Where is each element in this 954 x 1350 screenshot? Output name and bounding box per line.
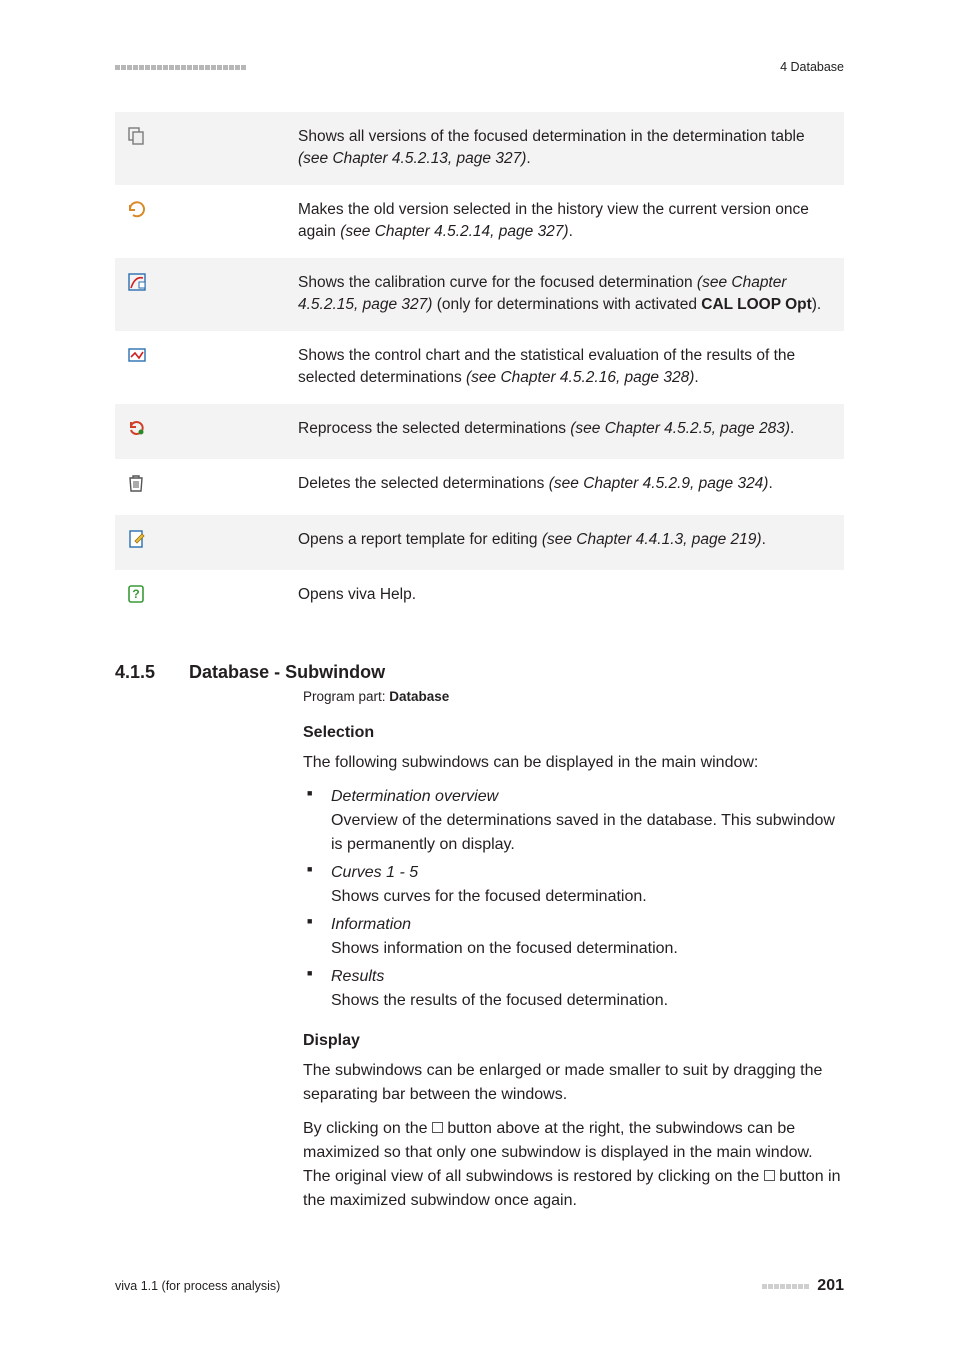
control-chart-icon	[115, 331, 290, 404]
icon-description: Deletes the selected determinations (see…	[290, 459, 844, 514]
icon-description: Shows all versions of the focused determ…	[290, 112, 844, 185]
maximize-icon	[432, 1122, 443, 1133]
icon-description: Shows the calibration curve for the focu…	[290, 258, 844, 331]
footer-left: viva 1.1 (for process analysis)	[115, 1279, 280, 1293]
table-row: Shows the control chart and the statisti…	[115, 331, 844, 404]
delete-icon	[115, 459, 290, 514]
page-footer: viva 1.1 (for process analysis) 201	[115, 1277, 844, 1295]
display-para-2: By clicking on the button above at the r…	[303, 1117, 844, 1213]
list-item-desc: Shows information on the focused determi…	[331, 940, 678, 957]
page-number: 201	[817, 1277, 844, 1295]
list-item-title: Determination overview	[331, 785, 844, 809]
list-item-title: Information	[331, 913, 844, 937]
header-chapter: 4 Database	[780, 60, 844, 74]
selection-heading: Selection	[303, 721, 844, 745]
icon-description: Opens viva Help.	[290, 570, 844, 625]
reprocess-icon	[115, 404, 290, 459]
list-item: Curves 1 - 5 Shows curves for the focused…	[303, 861, 844, 909]
icon-description: Makes the old version selected in the hi…	[290, 185, 844, 258]
list-item-title: Curves 1 - 5	[331, 861, 844, 885]
list-item-desc: Overview of the determinations saved in …	[331, 812, 835, 853]
footer-ornament	[762, 1284, 809, 1289]
selection-intro: The following subwindows can be displaye…	[303, 751, 844, 775]
toolbar-icons-table: Shows all versions of the focused determ…	[115, 112, 844, 626]
restore-icon	[764, 1170, 775, 1181]
selection-list: Determination overview Overview of the de…	[303, 785, 844, 1013]
table-row: ? Opens viva Help.	[115, 570, 844, 625]
list-item: Information Shows information on the focu…	[303, 913, 844, 961]
table-row: Deletes the selected determinations (see…	[115, 459, 844, 514]
list-item-title: Results	[331, 965, 844, 989]
table-row: Shows all versions of the focused determ…	[115, 112, 844, 185]
table-row: Makes the old version selected in the hi…	[115, 185, 844, 258]
list-item: Results Shows the results of the focused …	[303, 965, 844, 1013]
table-row: Opens a report template for editing (see…	[115, 515, 844, 570]
table-row: Reprocess the selected determinations (s…	[115, 404, 844, 459]
list-item: Determination overview Overview of the de…	[303, 785, 844, 857]
icon-description: Shows the control chart and the statisti…	[290, 331, 844, 404]
header-ornament	[115, 65, 246, 70]
help-icon: ?	[115, 570, 290, 625]
display-heading: Display	[303, 1029, 844, 1053]
restore-version-icon	[115, 185, 290, 258]
svg-text:?: ?	[132, 587, 139, 601]
versions-icon	[115, 112, 290, 185]
list-item-desc: Shows curves for the focused determinati…	[331, 888, 647, 905]
calibration-curve-icon	[115, 258, 290, 331]
icon-description: Reprocess the selected determinations (s…	[290, 404, 844, 459]
display-p2a: By clicking on the	[303, 1120, 432, 1137]
icon-description: Opens a report template for editing (see…	[290, 515, 844, 570]
section-number: 4.1.5	[115, 662, 155, 683]
program-part-label: Program part:	[303, 689, 389, 704]
display-para-1: The subwindows can be enlarged or made s…	[303, 1059, 844, 1107]
section-heading-row: 4.1.5 Database - Subwindow	[115, 662, 844, 683]
edit-template-icon	[115, 515, 290, 570]
page-header: 4 Database	[115, 60, 844, 74]
table-row: Shows the calibration curve for the focu…	[115, 258, 844, 331]
section-title: Database - Subwindow	[189, 662, 385, 683]
program-part-value: Database	[389, 689, 449, 704]
program-part-line: Program part: Database	[303, 687, 844, 707]
list-item-desc: Shows the results of the focused determi…	[331, 992, 668, 1009]
